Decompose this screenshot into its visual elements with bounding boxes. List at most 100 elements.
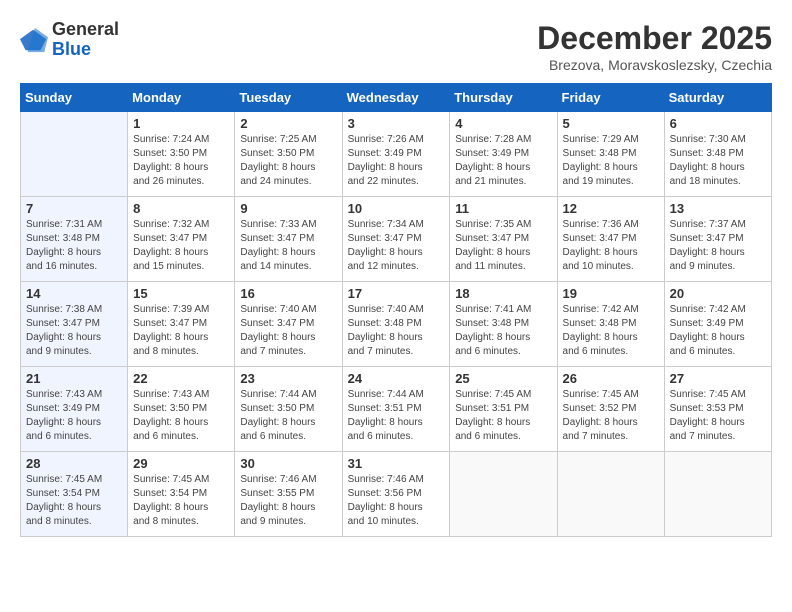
day-number: 20 <box>670 286 766 301</box>
calendar-cell: 22 Sunrise: 7:43 AMSunset: 3:50 PMDayligh… <box>128 367 235 452</box>
calendar-cell: 23Sunrise: 7:44 AMSunset: 3:50 PMDayligh… <box>235 367 342 452</box>
calendar-cell: 3 Sunrise: 7:26 AMSunset: 3:49 PMDaylight… <box>342 112 450 197</box>
calendar-cell: 9Sunrise: 7:33 AMSunset: 3:47 PMDaylight… <box>235 197 342 282</box>
weekday-header-tuesday: Tuesday <box>235 84 342 112</box>
day-number: 17 <box>348 286 445 301</box>
page-header: General Blue December 2025 Brezova, Mora… <box>20 20 772 73</box>
week-row-4: 21Sunrise: 7:43 AMSunset: 3:49 PMDayligh… <box>21 367 772 452</box>
day-info: Sunrise: 7:24 AMSunset: 3:50 PMDaylight:… <box>133 133 229 189</box>
week-row-2: 7 Sunrise: 7:31 AMSunset: 3:48 PMDaylight… <box>21 197 772 282</box>
day-info: Sunrise: 7:45 AMSunset: 3:54 PMDaylight:… <box>26 473 122 529</box>
day-info: Sunrise: 7:38 AMSunset: 3:47 PMDaylight:… <box>26 303 122 359</box>
calendar-cell: 26 Sunrise: 7:45 AMSunset: 3:52 PMDayligh… <box>557 367 664 452</box>
day-info: Sunrise: 7:41 AMSunset: 3:48 PMDaylight:… <box>455 303 551 359</box>
calendar-cell: 21Sunrise: 7:43 AMSunset: 3:49 PMDayligh… <box>21 367 128 452</box>
calendar-cell: 19Sunrise: 7:42 AMSunset: 3:48 PMDayligh… <box>557 282 664 367</box>
calendar-cell: 16 Sunrise: 7:40 AMSunset: 3:47 PMDayligh… <box>235 282 342 367</box>
logo-text: General Blue <box>52 20 119 60</box>
week-row-5: 28Sunrise: 7:45 AMSunset: 3:54 PMDayligh… <box>21 452 772 537</box>
weekday-header-sunday: Sunday <box>21 84 128 112</box>
calendar-cell: 20 Sunrise: 7:42 AMSunset: 3:49 PMDayligh… <box>664 282 771 367</box>
day-number: 31 <box>348 456 445 471</box>
day-info: Sunrise: 7:46 AMSunset: 3:55 PMDaylight:… <box>240 473 336 529</box>
weekday-header-saturday: Saturday <box>664 84 771 112</box>
calendar-cell <box>664 452 771 537</box>
day-info: Sunrise: 7:42 AMSunset: 3:49 PMDaylight:… <box>670 303 766 359</box>
calendar-cell: 7 Sunrise: 7:31 AMSunset: 3:48 PMDaylight… <box>21 197 128 282</box>
day-number: 3 <box>348 116 445 131</box>
day-number: 11 <box>455 201 551 216</box>
day-info: Sunrise: 7:28 AMSunset: 3:49 PMDaylight:… <box>455 133 551 189</box>
day-info: Sunrise: 7:45 AMSunset: 3:52 PMDaylight:… <box>563 388 659 444</box>
day-number: 2 <box>240 116 336 131</box>
calendar: SundayMondayTuesdayWednesdayThursdayFrid… <box>20 83 772 537</box>
day-info: Sunrise: 7:29 AMSunset: 3:48 PMDaylight:… <box>563 133 659 189</box>
day-number: 12 <box>563 201 659 216</box>
day-info: Sunrise: 7:44 AMSunset: 3:51 PMDaylight:… <box>348 388 445 444</box>
day-number: 21 <box>26 371 122 386</box>
day-info: Sunrise: 7:36 AMSunset: 3:47 PMDaylight:… <box>563 218 659 274</box>
calendar-cell: 8Sunrise: 7:32 AMSunset: 3:47 PMDaylight… <box>128 197 235 282</box>
day-number: 9 <box>240 201 336 216</box>
calendar-cell: 28Sunrise: 7:45 AMSunset: 3:54 PMDayligh… <box>21 452 128 537</box>
title-block: December 2025 Brezova, Moravskoslezsky, … <box>537 20 772 73</box>
calendar-cell: 30Sunrise: 7:46 AMSunset: 3:55 PMDayligh… <box>235 452 342 537</box>
day-number: 8 <box>133 201 229 216</box>
day-info: Sunrise: 7:26 AMSunset: 3:49 PMDaylight:… <box>348 133 445 189</box>
day-info: Sunrise: 7:35 AMSunset: 3:47 PMDaylight:… <box>455 218 551 274</box>
calendar-cell <box>450 452 557 537</box>
weekday-header-monday: Monday <box>128 84 235 112</box>
day-info: Sunrise: 7:39 AMSunset: 3:47 PMDaylight:… <box>133 303 229 359</box>
calendar-cell <box>557 452 664 537</box>
weekday-header-wednesday: Wednesday <box>342 84 450 112</box>
day-info: Sunrise: 7:30 AMSunset: 3:48 PMDaylight:… <box>670 133 766 189</box>
calendar-cell: 15 Sunrise: 7:39 AMSunset: 3:47 PMDayligh… <box>128 282 235 367</box>
calendar-cell: 1 Sunrise: 7:24 AMSunset: 3:50 PMDaylight… <box>128 112 235 197</box>
day-number: 13 <box>670 201 766 216</box>
day-number: 10 <box>348 201 445 216</box>
calendar-cell: 6 Sunrise: 7:30 AMSunset: 3:48 PMDaylight… <box>664 112 771 197</box>
day-info: Sunrise: 7:43 AMSunset: 3:50 PMDaylight:… <box>133 388 229 444</box>
day-number: 29 <box>133 456 229 471</box>
weekday-header-friday: Friday <box>557 84 664 112</box>
day-number: 6 <box>670 116 766 131</box>
calendar-cell: 29Sunrise: 7:45 AMSunset: 3:54 PMDayligh… <box>128 452 235 537</box>
day-info: Sunrise: 7:45 AMSunset: 3:53 PMDaylight:… <box>670 388 766 444</box>
day-number: 26 <box>563 371 659 386</box>
calendar-cell: 17 Sunrise: 7:40 AMSunset: 3:48 PMDayligh… <box>342 282 450 367</box>
day-info: Sunrise: 7:25 AMSunset: 3:50 PMDaylight:… <box>240 133 336 189</box>
week-row-1: 1 Sunrise: 7:24 AMSunset: 3:50 PMDaylight… <box>21 112 772 197</box>
day-number: 14 <box>26 286 122 301</box>
logo-general: General <box>52 19 119 39</box>
calendar-cell <box>21 112 128 197</box>
day-info: Sunrise: 7:31 AMSunset: 3:48 PMDaylight:… <box>26 218 122 274</box>
location: Brezova, Moravskoslezsky, Czechia <box>537 57 772 73</box>
calendar-cell: 5Sunrise: 7:29 AMSunset: 3:48 PMDaylight… <box>557 112 664 197</box>
day-info: Sunrise: 7:44 AMSunset: 3:50 PMDaylight:… <box>240 388 336 444</box>
day-info: Sunrise: 7:40 AMSunset: 3:48 PMDaylight:… <box>348 303 445 359</box>
calendar-cell: 13 Sunrise: 7:37 AMSunset: 3:47 PMDayligh… <box>664 197 771 282</box>
day-number: 16 <box>240 286 336 301</box>
day-number: 24 <box>348 371 445 386</box>
calendar-cell: 14 Sunrise: 7:38 AMSunset: 3:47 PMDayligh… <box>21 282 128 367</box>
logo-blue: Blue <box>52 39 91 59</box>
calendar-cell: 27 Sunrise: 7:45 AMSunset: 3:53 PMDayligh… <box>664 367 771 452</box>
day-number: 4 <box>455 116 551 131</box>
week-row-3: 14 Sunrise: 7:38 AMSunset: 3:47 PMDayligh… <box>21 282 772 367</box>
day-info: Sunrise: 7:40 AMSunset: 3:47 PMDaylight:… <box>240 303 336 359</box>
month-title: December 2025 <box>537 20 772 57</box>
day-number: 22 <box>133 371 229 386</box>
logo: General Blue <box>20 20 119 60</box>
calendar-cell: 12 Sunrise: 7:36 AMSunset: 3:47 PMDayligh… <box>557 197 664 282</box>
day-number: 15 <box>133 286 229 301</box>
day-number: 7 <box>26 201 122 216</box>
weekday-header-row: SundayMondayTuesdayWednesdayThursdayFrid… <box>21 84 772 112</box>
day-number: 27 <box>670 371 766 386</box>
weekday-header-thursday: Thursday <box>450 84 557 112</box>
day-info: Sunrise: 7:45 AMSunset: 3:51 PMDaylight:… <box>455 388 551 444</box>
calendar-cell: 18Sunrise: 7:41 AMSunset: 3:48 PMDayligh… <box>450 282 557 367</box>
calendar-cell: 24 Sunrise: 7:44 AMSunset: 3:51 PMDayligh… <box>342 367 450 452</box>
calendar-cell: 11 Sunrise: 7:35 AMSunset: 3:47 PMDayligh… <box>450 197 557 282</box>
day-info: Sunrise: 7:37 AMSunset: 3:47 PMDaylight:… <box>670 218 766 274</box>
day-number: 1 <box>133 116 229 131</box>
